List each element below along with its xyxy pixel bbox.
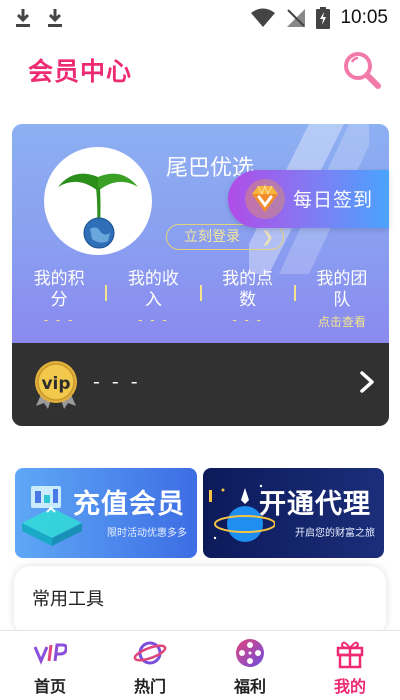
wifi-icon	[251, 8, 276, 27]
login-label: 立刻登录	[184, 229, 240, 245]
stat-credits[interactable]: 我的点数 - - -	[201, 269, 296, 329]
stat-label: 我的点数	[222, 269, 274, 310]
tab-label: 我的	[333, 677, 366, 696]
stat-team[interactable]: 我的团队 点击查看	[295, 269, 389, 329]
download-icon	[48, 9, 62, 27]
tab-hot[interactable]: 热门	[100, 631, 200, 700]
stat-income[interactable]: 我的收入 - - -	[106, 269, 202, 329]
daily-signin-button[interactable]: 每日签到	[228, 170, 389, 228]
vip-home-icon	[33, 643, 67, 665]
planet-icon	[133, 641, 167, 665]
stat-label: 我的收入	[127, 269, 179, 310]
stat-value: - - -	[43, 313, 75, 327]
chevron-right-icon	[360, 371, 374, 393]
tab-welfare[interactable]: 福利	[200, 631, 300, 700]
chevron-right-icon: ❯	[261, 228, 274, 246]
status-time: 10:05	[340, 7, 388, 28]
sprout-globe-logo-icon	[58, 173, 138, 249]
search-button[interactable]	[340, 48, 384, 92]
open-agent-banner[interactable]: 开通代理 开启您的财富之旅	[203, 468, 384, 558]
bottom-tab-bar: 首页 热门 福利 我的	[0, 630, 400, 700]
stat-points[interactable]: 我的积分 - - -	[12, 269, 108, 329]
common-tools-card: 常用工具	[14, 566, 386, 636]
agent-banner-title: 开通代理	[259, 489, 371, 520]
vip-bar[interactable]: vip - - -	[12, 343, 389, 426]
page-title: 会员中心	[28, 57, 133, 86]
stat-value: - - -	[138, 313, 169, 327]
header: 会员中心	[0, 40, 400, 100]
stat-value: - - -	[232, 313, 263, 327]
no-signal-icon	[287, 9, 306, 27]
avatar[interactable]	[44, 147, 152, 255]
battery-charging-icon	[316, 7, 331, 29]
recharge-member-banner[interactable]: 充值会员 限时活动优惠多多	[15, 468, 197, 558]
recharge-banner-title: 充值会员	[73, 489, 185, 520]
search-icon	[344, 52, 381, 89]
film-reel-icon	[236, 639, 264, 667]
download-icon	[16, 9, 30, 27]
tab-home[interactable]: 首页	[0, 631, 100, 700]
diamond-icon	[245, 179, 285, 219]
daily-signin-label: 每日签到	[293, 189, 374, 211]
agent-banner-subtitle: 开启您的财富之旅	[295, 528, 375, 539]
tools-title: 常用工具	[32, 589, 104, 610]
vip-value: - - -	[93, 371, 141, 393]
stats-row: 我的积分 - - - 我的收入 - - - 我的点数 - - - 我的团队 点击…	[12, 269, 389, 329]
view-team-link[interactable]: 点击查看	[295, 313, 389, 330]
tab-label: 福利	[233, 677, 266, 696]
vip-badge-text: vip	[41, 374, 70, 394]
status-bar: 10:05	[0, 0, 400, 36]
gift-icon	[336, 641, 364, 669]
vip-badge-icon: vip	[35, 361, 77, 409]
stat-label: 我的团队	[316, 269, 368, 310]
recharge-banner-subtitle: 限时活动优惠多多	[107, 528, 187, 539]
tab-mine[interactable]: 我的	[300, 631, 400, 700]
tab-label: 热门	[133, 677, 166, 696]
stat-label: 我的积分	[33, 269, 85, 310]
tab-label: 首页	[33, 677, 66, 696]
